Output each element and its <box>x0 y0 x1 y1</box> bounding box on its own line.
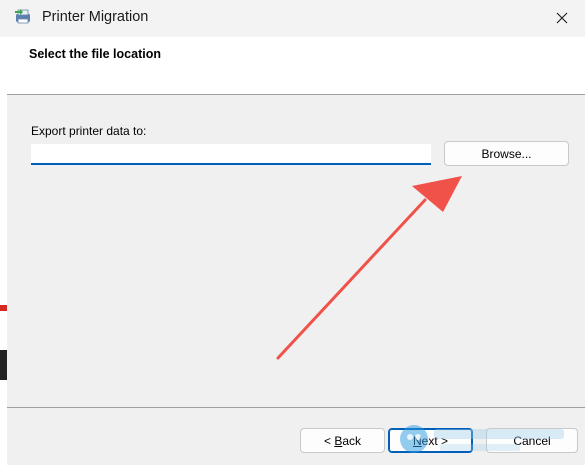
back-prefix: < <box>323 433 335 448</box>
export-path-input[interactable] <box>31 144 431 165</box>
next-mnemonic: N <box>412 433 422 448</box>
cancel-button[interactable]: Cancel <box>486 428 578 453</box>
wizard-header: Select the file location <box>7 37 585 95</box>
close-button[interactable] <box>539 0 585 35</box>
export-label: Export printer data to: <box>31 124 147 138</box>
back-button[interactable]: < Back <box>300 428 385 453</box>
window-title: Printer Migration <box>42 9 149 25</box>
background-window-edge <box>0 350 7 380</box>
background-window-edge <box>0 305 7 311</box>
wizard-footer: < Back Next > Cancel <box>7 408 585 465</box>
next-rest: ext > <box>421 433 449 448</box>
close-icon <box>556 12 568 23</box>
back-rest: ack <box>342 433 362 448</box>
printer-migration-icon <box>14 7 32 25</box>
title-bar: Printer Migration <box>0 0 585 37</box>
wizard-body: Export printer data to: Browse... <box>7 95 585 407</box>
page-title: Select the file location <box>29 47 161 61</box>
next-button[interactable]: Next > <box>388 428 473 453</box>
back-mnemonic: B <box>334 433 343 448</box>
browse-button[interactable]: Browse... <box>444 141 569 166</box>
